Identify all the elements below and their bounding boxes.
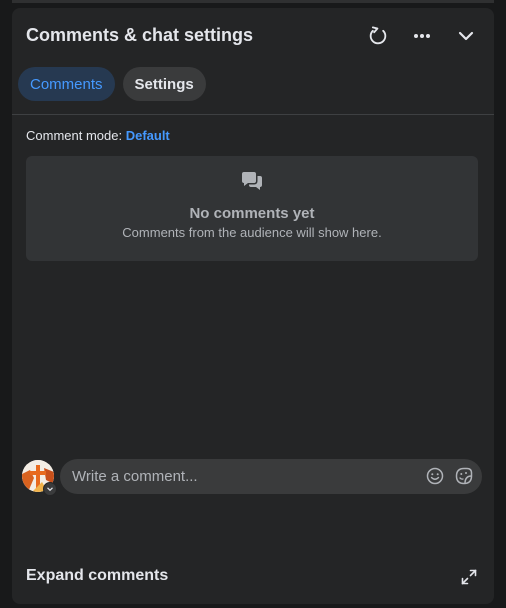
tab-bar: Comments Settings [18,67,206,101]
comments-panel: Comments & chat settings Comments Settin… [12,8,494,604]
collapse-button[interactable] [452,22,480,50]
chevron-down-icon [47,487,53,492]
refresh-button[interactable] [364,22,392,50]
expand-icon[interactable] [461,569,477,585]
comment-input[interactable] [60,459,412,494]
comment-composer [60,459,482,494]
more-icon [414,34,430,38]
tabs-divider [12,114,494,115]
panel-title: Comments & chat settings [26,25,254,45]
empty-state-title: No comments yet [189,205,315,222]
empty-state-subtitle: Comments from the audience will show her… [122,225,382,240]
tab-comments[interactable]: Comments [18,67,115,101]
comment-mode-label: Comment mode: [26,128,126,143]
expand-comments-button[interactable]: Expand comments [26,567,168,585]
emoji-icon[interactable] [426,467,444,485]
chevron-down-icon [458,31,474,41]
tab-settings[interactable]: Settings [122,67,206,101]
comments-icon [242,172,262,190]
comment-mode-row: Comment mode: Default [26,128,170,143]
avatar-chevron[interactable] [43,482,57,496]
sticker-icon[interactable] [455,467,473,485]
empty-state: No comments yet Comments from the audien… [26,156,478,261]
more-options-button[interactable] [408,22,436,50]
refresh-icon [369,26,387,45]
comment-mode-value[interactable]: Default [126,128,170,143]
top-divider [12,0,494,3]
